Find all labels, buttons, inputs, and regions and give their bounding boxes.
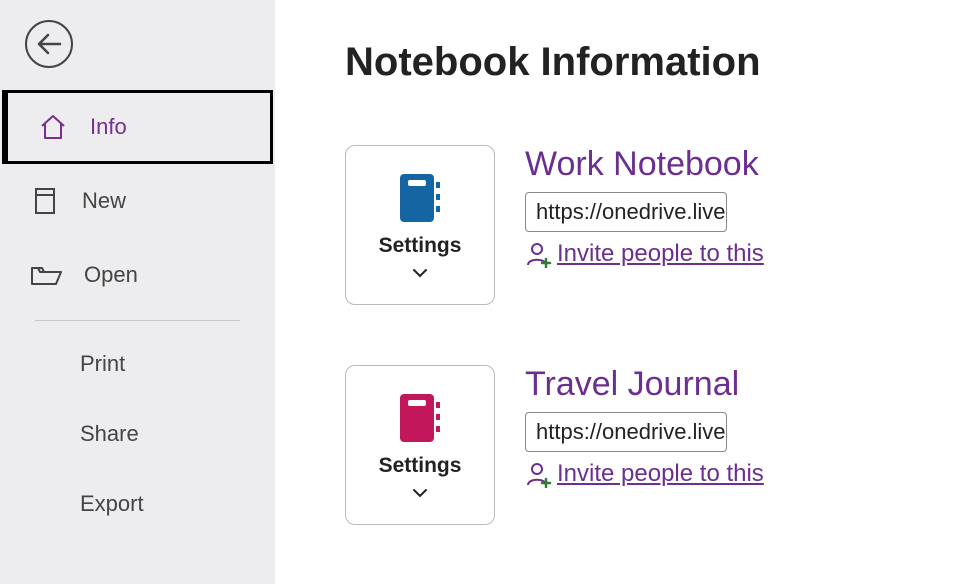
settings-button[interactable]: Settings [345,145,495,305]
notebook-url-field[interactable]: https://onedrive.liver [525,412,727,452]
invite-link-text: Invite people to this [557,240,764,268]
back-button[interactable] [25,20,73,68]
nav-sublabel: Export [80,491,144,517]
notebook-icon [396,392,444,444]
settings-label: Settings [379,234,462,258]
chevron-down-icon [412,268,428,278]
nav-label: Info [90,114,127,140]
sidebar-divider [35,320,240,321]
invite-link[interactable]: Invite people to this [525,240,978,268]
invite-person-icon [525,460,553,488]
nav-subitem-export[interactable]: Export [0,469,275,539]
notebook-info: Travel Journal https://onedrive.liver In… [525,365,978,488]
page-title: Notebook Information [345,40,978,85]
settings-button[interactable]: Settings [345,365,495,525]
home-icon [38,112,68,142]
notebook-info: Work Notebook https://onedrive.liver Inv… [525,145,978,268]
nav-item-open[interactable]: Open [0,238,275,312]
main-area: Notebook Information Settings Work Noteb… [275,0,978,584]
nav-label: New [82,188,126,214]
backstage-sidebar: Info New Open Print Share Export [0,0,275,584]
nav-sublabel: Share [80,421,139,447]
content-pane: Notebook Information Settings Work Noteb… [275,0,978,584]
nav-item-info[interactable]: Info [2,90,273,164]
notebook-title: Work Notebook [525,145,978,184]
notebook-row: Settings Travel Journal https://onedrive… [345,365,978,525]
invite-link[interactable]: Invite people to this [525,460,978,488]
notebook-url-field[interactable]: https://onedrive.liver [525,192,727,232]
nav-item-new[interactable]: New [0,164,275,238]
notebook-title: Travel Journal [525,365,978,404]
page-icon [30,186,60,216]
back-arrow-icon [36,33,62,55]
invite-person-icon [525,240,553,268]
chevron-down-icon [412,488,428,498]
nav-subitem-share[interactable]: Share [0,399,275,469]
nav-label: Open [84,262,138,288]
settings-label: Settings [379,454,462,478]
notebook-icon [396,172,444,224]
nav-sublabel: Print [80,351,125,377]
invite-link-text: Invite people to this [557,460,764,488]
notebook-row: Settings Work Notebook https://onedrive.… [345,145,978,305]
nav-subitem-print[interactable]: Print [0,329,275,399]
folder-open-icon [30,262,62,288]
